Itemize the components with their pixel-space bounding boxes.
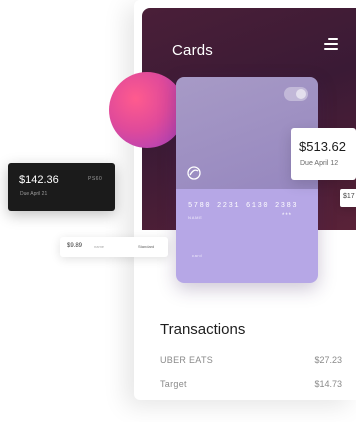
swirl-logo-icon — [187, 166, 201, 180]
balance-due-date: Due April 12 — [300, 160, 339, 167]
hamburger-menu-icon[interactable] — [324, 37, 338, 51]
transaction-row[interactable]: Target $14.73 — [160, 379, 342, 393]
balance-due-card[interactable]: $513.62 Due April 12 — [291, 128, 356, 180]
partial-balance-card[interactable]: $17 — [340, 189, 356, 207]
balance-amount: $513.62 — [299, 139, 346, 154]
card-number: 5780 2231 6130 2383 — [188, 202, 299, 210]
transactions-heading: Transactions — [160, 321, 246, 338]
pill-label: name — [94, 244, 105, 249]
pill-type: Standard — [138, 244, 155, 249]
card-holder: NAME — [188, 215, 203, 220]
partial-balance-amount: $17 — [343, 193, 355, 200]
transaction-row[interactable]: UBER EATS $27.23 — [160, 355, 342, 369]
dark-card-tag: PS60 — [88, 176, 103, 182]
dark-card-due-date: Due April 21 — [20, 191, 48, 197]
transaction-merchant: Target — [160, 379, 187, 389]
card-brand: card — [192, 253, 203, 258]
dark-card-amount: $142.36 — [19, 174, 59, 186]
dark-balance-card[interactable]: $142.36 Due April 21 PS60 — [8, 163, 115, 211]
transaction-merchant: UBER EATS — [160, 355, 214, 365]
page-title: Cards — [172, 42, 214, 59]
decorative-gradient-circle — [109, 72, 185, 148]
pill-amount: $9.89 — [67, 243, 83, 249]
transaction-amount: $14.73 — [314, 379, 342, 389]
card-expiry: *** — [282, 213, 293, 219]
small-balance-pill[interactable]: $9.89 name Standard — [60, 237, 168, 257]
card-toggle-icon[interactable] — [284, 87, 308, 101]
credit-card[interactable]: 5780 2231 6130 2383 NAME *** card — [176, 77, 318, 283]
transaction-amount: $27.23 — [314, 355, 342, 365]
